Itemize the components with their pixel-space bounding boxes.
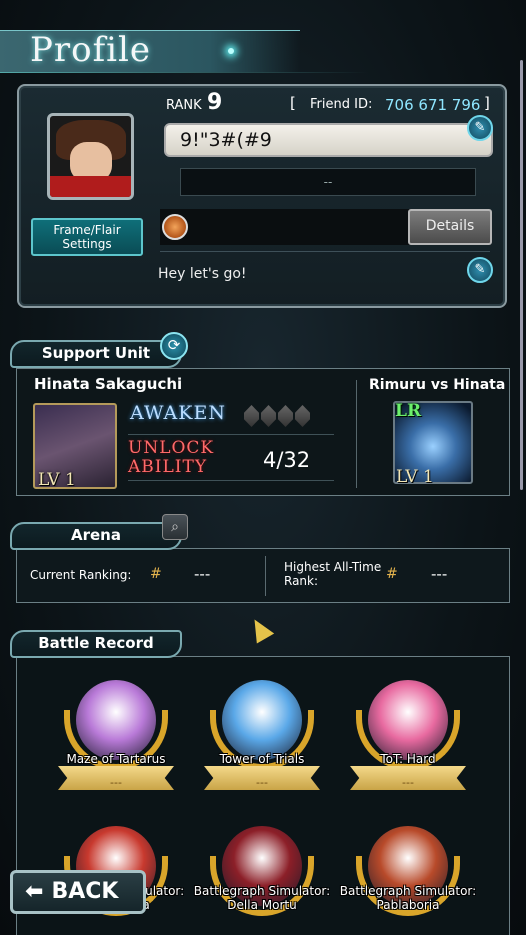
emblem-icon[interactable] (162, 214, 188, 240)
highest-rank-value: --- (431, 565, 448, 583)
details-button[interactable]: Details (408, 209, 492, 245)
support-vertical-divider (356, 380, 357, 488)
medal-label: ToT: Hard (380, 752, 436, 766)
support-divider (128, 480, 334, 481)
edit-comment-icon[interactable]: ✎ (467, 257, 493, 283)
unlock-ability-label: UNLOCK ABILITY (128, 439, 214, 477)
medal-label: Battlegraph Simulator: Pablaboria (339, 884, 477, 912)
battle-record-tab: Battle Record (10, 630, 182, 658)
current-ranking-label: Current Ranking: (30, 568, 132, 582)
friend-id-label: Friend ID: (310, 97, 373, 112)
avatar-coat (50, 176, 131, 197)
medal-emblem-icon (222, 680, 302, 760)
edit-name-icon[interactable]: ✎ (467, 115, 493, 141)
highest-rank-label: Highest All-Time Rank: (284, 560, 382, 588)
equipment-level: LV 1 (396, 467, 434, 487)
arena-divider (265, 556, 266, 596)
unlock-label-line1: UNLOCK (128, 438, 215, 458)
medal-value: --- (402, 776, 414, 789)
battle-record-medal[interactable] (58, 680, 174, 790)
battle-record-medal[interactable] (350, 680, 466, 790)
profile-divider (160, 251, 490, 252)
back-label: BACK (51, 879, 119, 904)
friend-id-value: 706 671 796 (385, 96, 481, 114)
rank-value: 9 (207, 90, 223, 115)
battle-record-medal[interactable] (204, 680, 320, 790)
medal-value: --- (256, 776, 268, 789)
scrollbar[interactable] (520, 60, 523, 490)
support-unit-level: LV 1 (38, 470, 76, 490)
support-unit-name: Hinata Sakaguchi (34, 375, 183, 393)
back-button[interactable]: ⬅ BACK (10, 870, 146, 914)
battle-record-medal[interactable] (204, 826, 320, 935)
title-display: -- (180, 168, 476, 196)
page-title: Profile (30, 30, 152, 70)
battle-record-medal[interactable] (350, 826, 466, 935)
medal-label: Battlegraph Simulator: Della Mortu (193, 884, 331, 912)
refresh-icon[interactable]: ⟳ (160, 332, 188, 360)
awaken-label: AWAKEN (130, 402, 226, 424)
rank-hash-icon: # (150, 566, 162, 582)
rarity-badge: LR (395, 401, 422, 421)
avatar[interactable] (47, 113, 134, 200)
header-divider (0, 72, 526, 73)
rank-label: RANK (166, 98, 202, 113)
friend-id-bracket-open: [ (290, 94, 296, 112)
medal-emblem-icon (368, 680, 448, 760)
profile-comment: Hey let's go! (158, 266, 247, 282)
medal-value: --- (110, 776, 122, 789)
medal-label: Tower of Trials (219, 752, 305, 766)
rank-hash-icon: # (386, 566, 398, 582)
player-name-field[interactable]: 9!"3#(#9 (164, 123, 493, 157)
unlock-label-line2: ABILITY (128, 457, 208, 477)
back-arrow-icon: ⬅ (25, 879, 44, 904)
arena-tab: Arena (10, 522, 182, 550)
equipment-name: Rimuru vs Hinata (369, 377, 506, 393)
support-divider (128, 434, 334, 435)
medal-emblem-icon (76, 680, 156, 760)
support-unit-tab: Support Unit (10, 340, 182, 368)
pointer-cursor-icon (245, 614, 275, 644)
frame-flair-settings-button[interactable]: Frame/Flair Settings (31, 218, 143, 256)
friend-id-bracket-close: ] (484, 94, 490, 112)
medal-label: Maze of Tartarus (66, 752, 166, 766)
current-ranking-value: --- (194, 565, 211, 583)
unlock-count: 4/32 (263, 448, 311, 472)
sparkle-icon (228, 48, 234, 54)
search-icon[interactable]: ⌕ (162, 514, 188, 540)
